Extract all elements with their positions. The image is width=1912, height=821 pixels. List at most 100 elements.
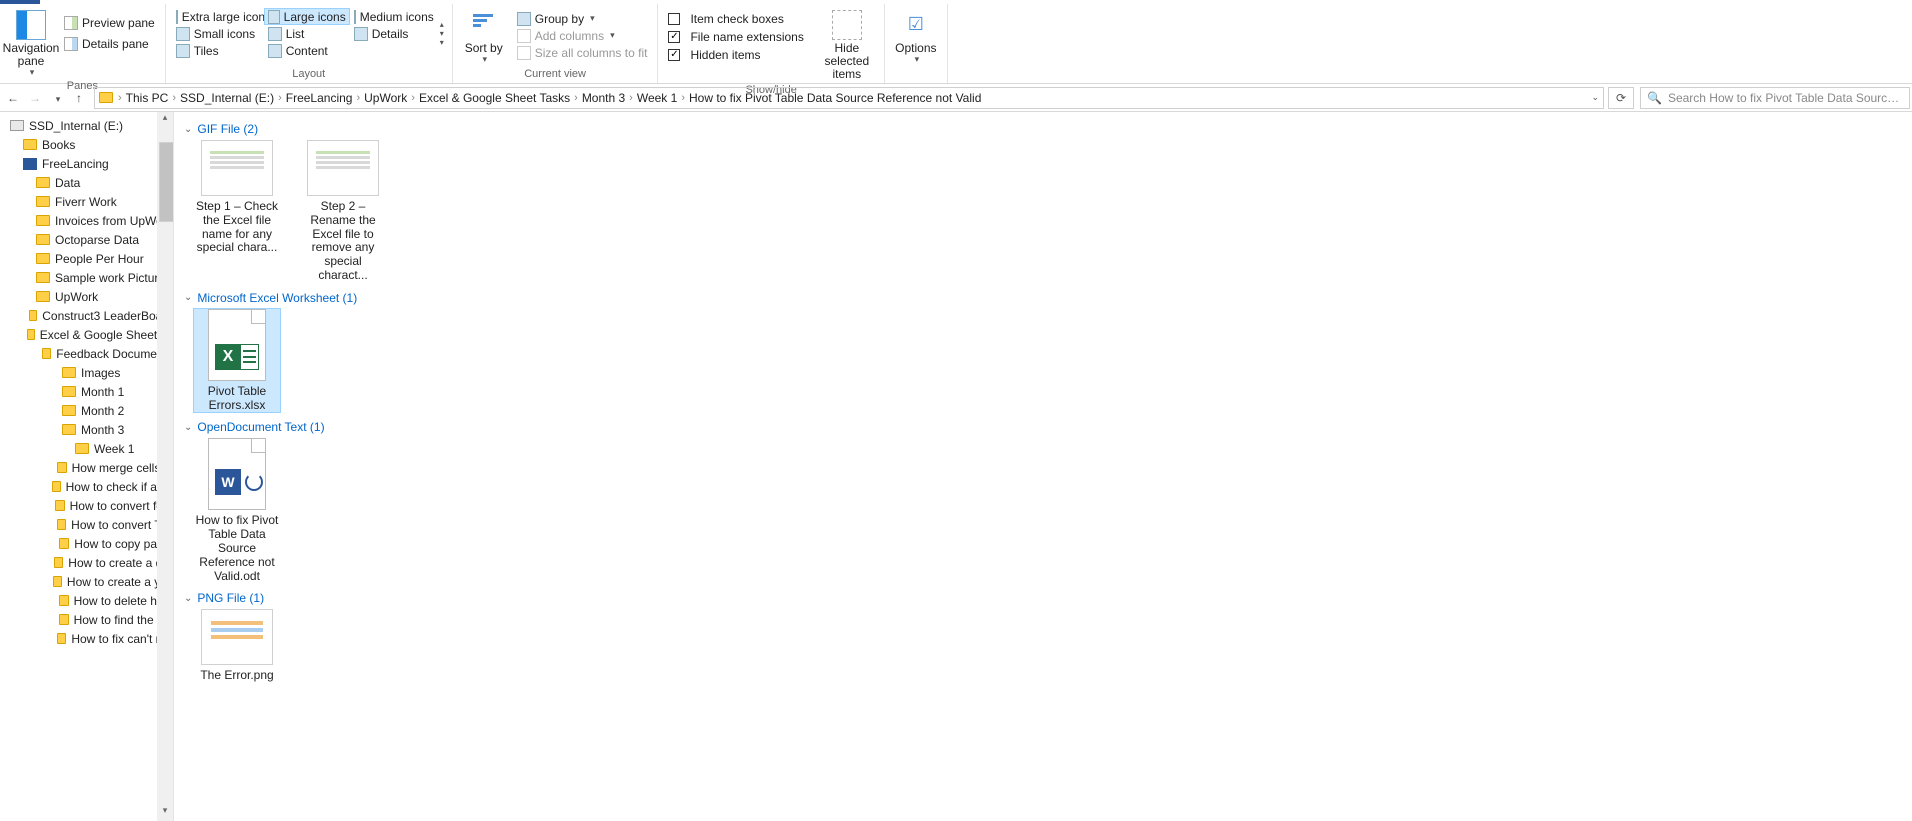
- file-item[interactable]: The Error.png: [194, 609, 280, 683]
- tree-item[interactable]: Excel & Google Sheet Ta: [0, 325, 173, 344]
- folder-icon: [57, 462, 67, 473]
- address-history-dropdown[interactable]: ⌄: [1591, 92, 1599, 103]
- tree-item[interactable]: How to convert feet: [0, 496, 173, 515]
- refresh-button[interactable]: ⟳: [1608, 87, 1634, 109]
- recent-locations-button[interactable]: ▾: [46, 91, 68, 105]
- file-group-header[interactable]: ⌄PNG File (1): [184, 591, 1902, 605]
- search-box[interactable]: 🔍 Search How to fix Pivot Table Data Sou…: [1640, 87, 1910, 109]
- breadcrumb-segment[interactable]: Week 1: [635, 91, 679, 105]
- view-extra-large-icons[interactable]: Extra large icons: [172, 8, 264, 25]
- app-icon: [23, 158, 37, 170]
- breadcrumb-segment[interactable]: SSD_Internal (E:): [178, 91, 276, 105]
- tree-item[interactable]: Month 3: [0, 420, 173, 439]
- breadcrumb-bar[interactable]: › This PC›SSD_Internal (E:)›FreeLancing›…: [94, 87, 1604, 109]
- ribbon-group-label: Current view: [459, 68, 652, 83]
- view-details[interactable]: Details: [350, 25, 438, 42]
- add-columns-button[interactable]: Add columns▾: [513, 27, 652, 44]
- tree-item[interactable]: Feedback Documents: [0, 344, 173, 363]
- tree-item[interactable]: Month 2: [0, 401, 173, 420]
- layout-scroll-up[interactable]: ▴: [440, 20, 444, 29]
- tree-item[interactable]: How to create a dro: [0, 553, 173, 572]
- folder-icon: [36, 196, 50, 207]
- file-item[interactable]: Step 1 – Check the Excel file name for a…: [194, 140, 280, 283]
- chevron-right-icon[interactable]: ›: [679, 92, 687, 104]
- tree-item[interactable]: Data: [0, 173, 173, 192]
- hide-selected-items-button[interactable]: Hide selected items: [816, 8, 878, 84]
- chevron-right-icon[interactable]: ›: [572, 92, 580, 104]
- chevron-right-icon[interactable]: ›: [409, 92, 417, 104]
- file-item[interactable]: WHow to fix Pivot Table Data Source Refe…: [194, 438, 280, 583]
- chevron-right-icon[interactable]: ›: [170, 92, 178, 104]
- file-group-header[interactable]: ⌄GIF File (2): [184, 122, 1902, 136]
- tree-item[interactable]: SSD_Internal (E:): [0, 116, 173, 135]
- layout-scroll-down[interactable]: ▾: [440, 29, 444, 38]
- tree-item[interactable]: Octoparse Data: [0, 230, 173, 249]
- view-content[interactable]: Content: [264, 42, 350, 59]
- tree-item[interactable]: Fiverr Work: [0, 192, 173, 211]
- chevron-right-icon[interactable]: ›: [276, 92, 284, 104]
- scroll-down-arrow[interactable]: ▾: [157, 805, 173, 821]
- tree-item[interactable]: Books: [0, 135, 173, 154]
- tree-item[interactable]: How to create a yes: [0, 572, 173, 591]
- file-name-extensions-toggle[interactable]: File name extensions: [664, 28, 807, 45]
- back-button[interactable]: ←: [2, 91, 24, 105]
- tree-item[interactable]: FreeLancing: [0, 154, 173, 173]
- tree-item[interactable]: How to fix can't run: [0, 629, 173, 648]
- forward-button[interactable]: →: [24, 91, 46, 105]
- chevron-right-icon[interactable]: ›: [354, 92, 362, 104]
- navigation-tree[interactable]: SSD_Internal (E:)BooksFreeLancingDataFiv…: [0, 112, 174, 821]
- tree-scrollbar[interactable]: ▴ ▾: [157, 112, 173, 821]
- file-group-title: PNG File (1): [197, 591, 264, 605]
- tree-item[interactable]: How to check if a va: [0, 477, 173, 496]
- file-item[interactable]: XPivot Table Errors.xlsx: [194, 309, 280, 413]
- file-item[interactable]: Step 2 – Rename the Excel file to remove…: [300, 140, 386, 283]
- tree-item[interactable]: How to find the len: [0, 610, 173, 629]
- item-check-boxes-toggle[interactable]: Item check boxes: [664, 10, 807, 27]
- tree-item[interactable]: Invoices from UpWork: [0, 211, 173, 230]
- tree-item[interactable]: Month 1: [0, 382, 173, 401]
- view-medium-icons[interactable]: Medium icons: [350, 8, 438, 25]
- tree-item[interactable]: Sample work Pictures: [0, 268, 173, 287]
- file-group-header[interactable]: ⌄OpenDocument Text (1): [184, 420, 1902, 434]
- folder-icon: [23, 139, 37, 150]
- navigation-pane-button[interactable]: Navigation pane ▾: [6, 8, 56, 80]
- preview-pane-button[interactable]: Preview pane: [60, 14, 159, 31]
- folder-icon: [62, 386, 76, 397]
- tree-item[interactable]: How to delete hidd: [0, 591, 173, 610]
- breadcrumb-segment[interactable]: FreeLancing: [284, 91, 355, 105]
- size-all-columns-button[interactable]: Size all columns to fit: [513, 44, 652, 61]
- tree-item[interactable]: Images: [0, 363, 173, 382]
- view-small-icons[interactable]: Small icons: [172, 25, 264, 42]
- tree-item-label: Construct3 LeaderBoard: [42, 309, 173, 323]
- sort-by-button[interactable]: Sort by ▾: [459, 8, 509, 67]
- scroll-thumb[interactable]: [159, 142, 174, 222]
- layout-expand[interactable]: ▾: [440, 38, 444, 47]
- group-by-button[interactable]: Group by▾: [513, 10, 652, 27]
- breadcrumb-segment[interactable]: Month 3: [580, 91, 627, 105]
- hidden-items-toggle[interactable]: Hidden items: [664, 46, 807, 63]
- details-pane-button[interactable]: Details pane: [60, 35, 159, 52]
- tree-item[interactable]: Construct3 LeaderBoard: [0, 306, 173, 325]
- folder-icon: [62, 405, 76, 416]
- chevron-right-icon[interactable]: ›: [116, 92, 124, 104]
- tree-item[interactable]: How to convert Tex: [0, 515, 173, 534]
- file-item-name: Pivot Table Errors.xlsx: [194, 385, 280, 413]
- options-button[interactable]: ☑ Options ▾: [891, 8, 941, 67]
- chevron-right-icon[interactable]: ›: [627, 92, 635, 104]
- tree-item[interactable]: How merge cells in: [0, 458, 173, 477]
- breadcrumb-segment[interactable]: How to fix Pivot Table Data Source Refer…: [687, 91, 983, 105]
- tree-item[interactable]: People Per Hour: [0, 249, 173, 268]
- breadcrumb-segment[interactable]: This PC: [124, 91, 171, 105]
- tree-item[interactable]: Week 1: [0, 439, 173, 458]
- tree-item[interactable]: How to copy paste: [0, 534, 173, 553]
- file-group-header[interactable]: ⌄Microsoft Excel Worksheet (1): [184, 291, 1902, 305]
- view-large-icons[interactable]: Large icons: [264, 8, 350, 25]
- breadcrumb-segment[interactable]: UpWork: [362, 91, 409, 105]
- up-button[interactable]: ↑: [68, 91, 90, 105]
- view-tiles[interactable]: Tiles: [172, 42, 264, 59]
- breadcrumb-segment[interactable]: Excel & Google Sheet Tasks: [417, 91, 572, 105]
- view-list[interactable]: List: [264, 25, 350, 42]
- file-view[interactable]: ⌄GIF File (2) Step 1 – Check the Excel fi…: [174, 112, 1912, 821]
- scroll-up-arrow[interactable]: ▴: [157, 112, 173, 128]
- tree-item[interactable]: UpWork: [0, 287, 173, 306]
